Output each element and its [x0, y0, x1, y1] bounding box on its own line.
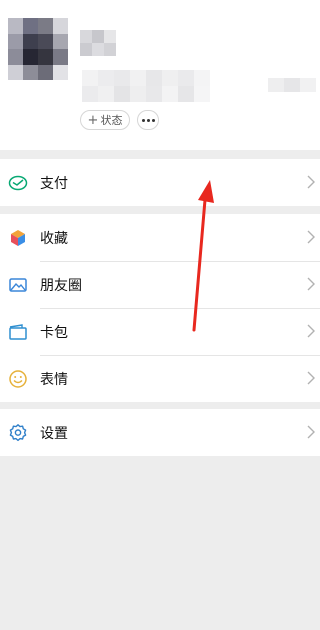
features-group: 收藏 朋友圈 卡包 表情: [0, 214, 320, 402]
menu-item-settings[interactable]: 设置: [0, 409, 320, 456]
add-status-button[interactable]: + 状态: [80, 110, 130, 130]
wallet-icon: [8, 175, 28, 191]
card-wallet-icon: [9, 324, 27, 340]
chevron-right-icon: [307, 425, 315, 439]
menu-item-cards[interactable]: 卡包: [0, 308, 320, 355]
image-icon: [9, 278, 27, 292]
plus-icon: +: [87, 112, 99, 128]
avatar[interactable]: [8, 18, 68, 80]
settings-group: 设置: [0, 409, 320, 456]
nickname-blurred: [80, 30, 116, 56]
profile-header[interactable]: + 状态: [0, 0, 320, 150]
more-button[interactable]: [137, 110, 159, 130]
dot-icon: [141, 118, 145, 122]
dot-icon: [151, 118, 155, 122]
menu-item-stickers[interactable]: 表情: [0, 355, 320, 402]
menu-item-favorites[interactable]: 收藏: [0, 214, 320, 261]
gear-icon: [9, 424, 27, 442]
menu-label-cards: 卡包: [40, 324, 68, 341]
qr-code-blurred[interactable]: [268, 78, 316, 92]
menu-label-favorites: 收藏: [40, 230, 68, 247]
menu-label-pay: 支付: [40, 175, 68, 192]
chevron-right-icon: [307, 175, 315, 189]
menu-label-moments: 朋友圈: [40, 277, 82, 294]
menu-label-stickers: 表情: [40, 371, 68, 388]
menu-label-settings: 设置: [40, 425, 68, 442]
chevron-right-icon: [307, 277, 315, 291]
chevron-right-icon: [307, 324, 315, 338]
pay-group: 支付: [0, 159, 320, 206]
cube-icon: [11, 230, 25, 246]
wechat-id-blurred: [82, 70, 210, 102]
menu-item-pay[interactable]: 支付: [0, 159, 320, 206]
dot-icon: [146, 118, 150, 122]
status-label: 状态: [100, 114, 123, 127]
chevron-right-icon: [307, 371, 315, 385]
chevron-right-icon: [307, 230, 315, 244]
menu-item-moments[interactable]: 朋友圈: [0, 261, 320, 308]
smiley-icon: [9, 370, 27, 388]
